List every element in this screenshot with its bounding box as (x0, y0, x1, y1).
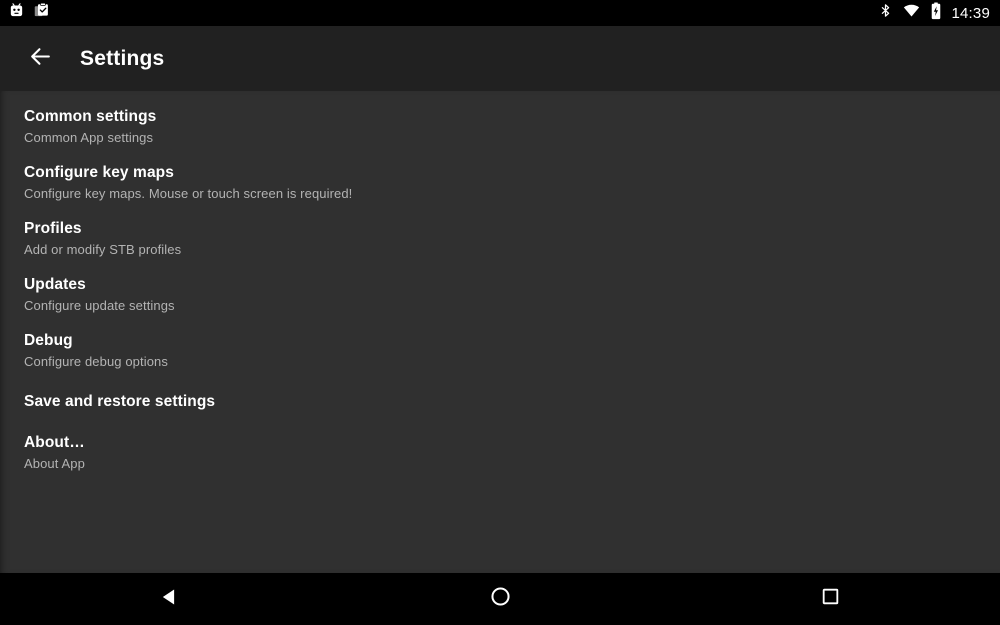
status-bar-notification-icons (8, 2, 50, 24)
settings-item-title: Debug (24, 332, 73, 349)
app-toolbar: Settings (0, 26, 1000, 91)
status-bar-clock: 14:39 (951, 4, 990, 22)
settings-item-title: Updates (24, 276, 86, 293)
settings-item-summary: Add or modify STB profiles (24, 242, 182, 257)
home-circle-icon (489, 585, 512, 613)
settings-scroll-container[interactable]: Common settings Common App settings Conf… (0, 91, 1000, 573)
nav-recents-button[interactable] (755, 573, 905, 625)
settings-item-title: About… (24, 434, 85, 451)
settings-item-updates[interactable]: Updates Configure update settings (0, 267, 1000, 323)
battery-charging-icon (930, 2, 942, 25)
settings-item-title: Save and restore settings (24, 393, 216, 410)
android-settings-screen: 14:39 Settings Common settings Common Ap… (0, 0, 1000, 625)
settings-item-configure-key-maps[interactable]: Configure key maps Configure key maps. M… (0, 155, 1000, 211)
settings-item-summary: Configure debug options (24, 354, 168, 369)
nav-home-button[interactable] (425, 573, 575, 625)
recents-square-icon (820, 586, 841, 612)
system-navigation-bar (0, 573, 1000, 625)
settings-item-summary: About App (24, 456, 85, 471)
settings-item-title: Common settings (24, 108, 157, 125)
nav-back-button[interactable] (95, 573, 245, 625)
settings-item-title: Profiles (24, 220, 82, 237)
settings-item-debug[interactable]: Debug Configure debug options (0, 323, 1000, 379)
settings-item-common-settings[interactable]: Common settings Common App settings (0, 99, 1000, 155)
settings-item-summary: Configure update settings (24, 298, 175, 313)
page-title: Settings (80, 46, 165, 70)
wifi-icon (902, 2, 921, 24)
bluetooth-icon (878, 2, 893, 24)
settings-item-profiles[interactable]: Profiles Add or modify STB profiles (0, 211, 1000, 267)
status-bar-system-icons: 14:39 (878, 2, 990, 25)
back-button[interactable] (12, 31, 68, 87)
settings-list: Common settings Common App settings Conf… (0, 91, 1000, 481)
settings-item-about[interactable]: About… About App (0, 425, 1000, 481)
settings-item-save-and-restore-settings[interactable]: Save and restore settings (0, 379, 1000, 425)
clipboard-check-icon (33, 2, 50, 24)
settings-item-summary: Common App settings (24, 130, 154, 145)
robot-face-icon (8, 2, 25, 24)
status-bar: 14:39 (0, 0, 1000, 26)
back-triangle-icon (159, 586, 181, 613)
settings-item-summary: Configure key maps. Mouse or touch scree… (24, 186, 353, 201)
settings-item-title: Configure key maps (24, 164, 174, 181)
arrow-back-icon (28, 44, 53, 74)
